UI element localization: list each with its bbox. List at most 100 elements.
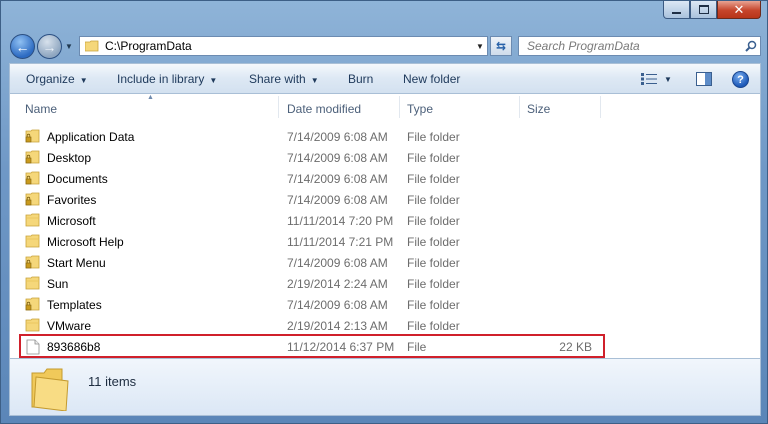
file-row[interactable]: Microsoft Help 11/11/2014 7:21 PM File f…	[10, 232, 760, 253]
folder-icon	[85, 40, 99, 52]
preview-pane-button[interactable]	[696, 72, 712, 89]
file-date: 7/14/2009 6:08 AM	[287, 193, 388, 207]
chevron-down-icon: ▼	[79, 75, 88, 85]
file-rows: Application Data 7/14/2009 6:08 AM File …	[10, 127, 760, 358]
column-header-date[interactable]: Date modified	[287, 102, 361, 116]
minimize-button[interactable]	[663, 1, 690, 19]
column-divider[interactable]	[519, 96, 520, 118]
sort-ascending-icon: ▲	[147, 94, 154, 101]
folder-icon	[25, 234, 41, 251]
folder-icon	[30, 367, 72, 414]
change-view-button[interactable]: ▼	[641, 73, 672, 85]
help-button[interactable]: ?	[732, 71, 749, 88]
forward-button[interactable]: →	[37, 34, 62, 59]
file-date: 7/14/2009 6:08 AM	[287, 172, 388, 186]
column-header-name[interactable]: Name	[25, 102, 57, 116]
address-dropdown-icon[interactable]: ▼	[473, 42, 487, 51]
close-icon: ✕	[733, 1, 745, 17]
locked-folder-icon	[25, 129, 41, 146]
file-date: 11/11/2014 7:20 PM	[287, 214, 394, 228]
file-name: Start Menu	[47, 256, 106, 270]
include-in-library-label: Include in library	[117, 71, 205, 86]
locked-folder-icon	[25, 255, 41, 272]
highlighted-file-frame	[19, 334, 605, 358]
file-type: File folder	[407, 298, 460, 312]
file-row[interactable]: Favorites 7/14/2009 6:08 AM File folder	[10, 190, 760, 211]
file-date: 7/14/2009 6:08 AM	[287, 130, 388, 144]
column-divider[interactable]	[600, 96, 601, 118]
close-button[interactable]: ✕	[717, 1, 761, 19]
chevron-down-icon: ▼	[209, 75, 218, 85]
maximize-button[interactable]	[690, 1, 717, 19]
file-type: File folder	[407, 235, 460, 249]
file-type: File folder	[407, 319, 460, 333]
organize-menu[interactable]: Organize ▼	[26, 72, 88, 86]
forward-arrow-icon: →	[42, 38, 57, 55]
file-row[interactable]: Templates 7/14/2009 6:08 AM File folder	[10, 295, 760, 316]
item-count: 11 items	[88, 374, 137, 389]
file-name: Sun	[47, 277, 69, 291]
address-bar[interactable]: C:\ProgramData ▼	[79, 36, 488, 56]
chevron-down-icon: ▼	[664, 74, 672, 84]
locked-folder-icon	[25, 192, 41, 209]
file-type: File folder	[407, 172, 460, 186]
locked-folder-icon	[25, 171, 41, 188]
file-name: Application Data	[47, 130, 135, 144]
column-header-size[interactable]: Size	[527, 102, 550, 116]
navigation-buttons: ← → ▼	[10, 34, 73, 59]
file-type: File folder	[407, 277, 460, 291]
file-row[interactable]: Application Data 7/14/2009 6:08 AM File …	[10, 127, 760, 148]
column-headers: ▲ Name Date modified Type Size	[10, 94, 760, 121]
refresh-button[interactable]: ⇆	[490, 36, 512, 56]
file-row[interactable]: Start Menu 7/14/2009 6:08 AM File folder	[10, 253, 760, 274]
file-name: Microsoft Help	[47, 235, 124, 249]
recent-pages-dropdown[interactable]: ▼	[65, 42, 73, 51]
column-divider[interactable]	[399, 96, 400, 118]
search-icon[interactable]	[742, 40, 760, 52]
caption-buttons: ✕	[663, 1, 761, 19]
explorer-window: ✕ ← → ▼ C:\ProgramData ▼ ⇆ Organize ▼ Inc…	[0, 0, 768, 424]
include-in-library-menu[interactable]: Include in library ▼	[117, 72, 217, 86]
command-bar: Organize ▼ Include in library ▼ Share with…	[9, 63, 761, 94]
search-input[interactable]	[525, 38, 742, 54]
file-date: 7/14/2009 6:08 AM	[287, 256, 388, 270]
minimize-icon	[672, 11, 681, 14]
file-row[interactable]: Documents 7/14/2009 6:08 AM File folder	[10, 169, 760, 190]
address-path: C:\ProgramData	[105, 39, 192, 53]
burn-button[interactable]: Burn	[348, 72, 373, 86]
chevron-down-icon: ▼	[310, 75, 319, 85]
file-date: 7/14/2009 6:08 AM	[287, 151, 388, 165]
column-divider[interactable]	[278, 96, 279, 118]
column-header-type[interactable]: Type	[407, 102, 433, 116]
file-date: 7/14/2009 6:08 AM	[287, 298, 388, 312]
file-date: 2/19/2014 2:13 AM	[287, 319, 388, 333]
file-date: 2/19/2014 2:24 AM	[287, 277, 388, 291]
maximize-icon	[698, 5, 709, 14]
file-name: Favorites	[47, 193, 97, 207]
file-list: ▲ Name Date modified Type Size Applicati…	[9, 94, 761, 358]
locked-folder-icon	[25, 150, 41, 167]
share-with-menu[interactable]: Share with ▼	[249, 72, 319, 86]
new-folder-button[interactable]: New folder	[403, 72, 460, 86]
file-name: Desktop	[47, 151, 92, 165]
locked-folder-icon	[25, 297, 41, 314]
file-type: File folder	[407, 130, 460, 144]
file-row[interactable]: Sun 2/19/2014 2:24 AM File folder	[10, 274, 760, 295]
search-box[interactable]	[518, 36, 761, 56]
preview-pane-icon	[696, 72, 712, 86]
share-with-label: Share with	[249, 71, 306, 86]
details-view-icon	[641, 73, 657, 85]
file-type: File folder	[407, 256, 460, 270]
organize-label: Organize	[26, 71, 75, 86]
file-name: Templates	[47, 298, 102, 312]
back-arrow-icon: ←	[15, 38, 30, 55]
back-button[interactable]: ←	[10, 34, 35, 59]
help-icon: ?	[737, 73, 744, 86]
file-row[interactable]: Desktop 7/14/2009 6:08 AM File folder	[10, 148, 760, 169]
file-name: Documents	[47, 172, 108, 186]
file-name: Microsoft	[47, 214, 96, 228]
folder-icon	[25, 318, 41, 335]
details-pane: 11 items	[9, 358, 761, 416]
folder-icon	[25, 276, 41, 293]
file-row[interactable]: Microsoft 11/11/2014 7:20 PM File folder	[10, 211, 760, 232]
